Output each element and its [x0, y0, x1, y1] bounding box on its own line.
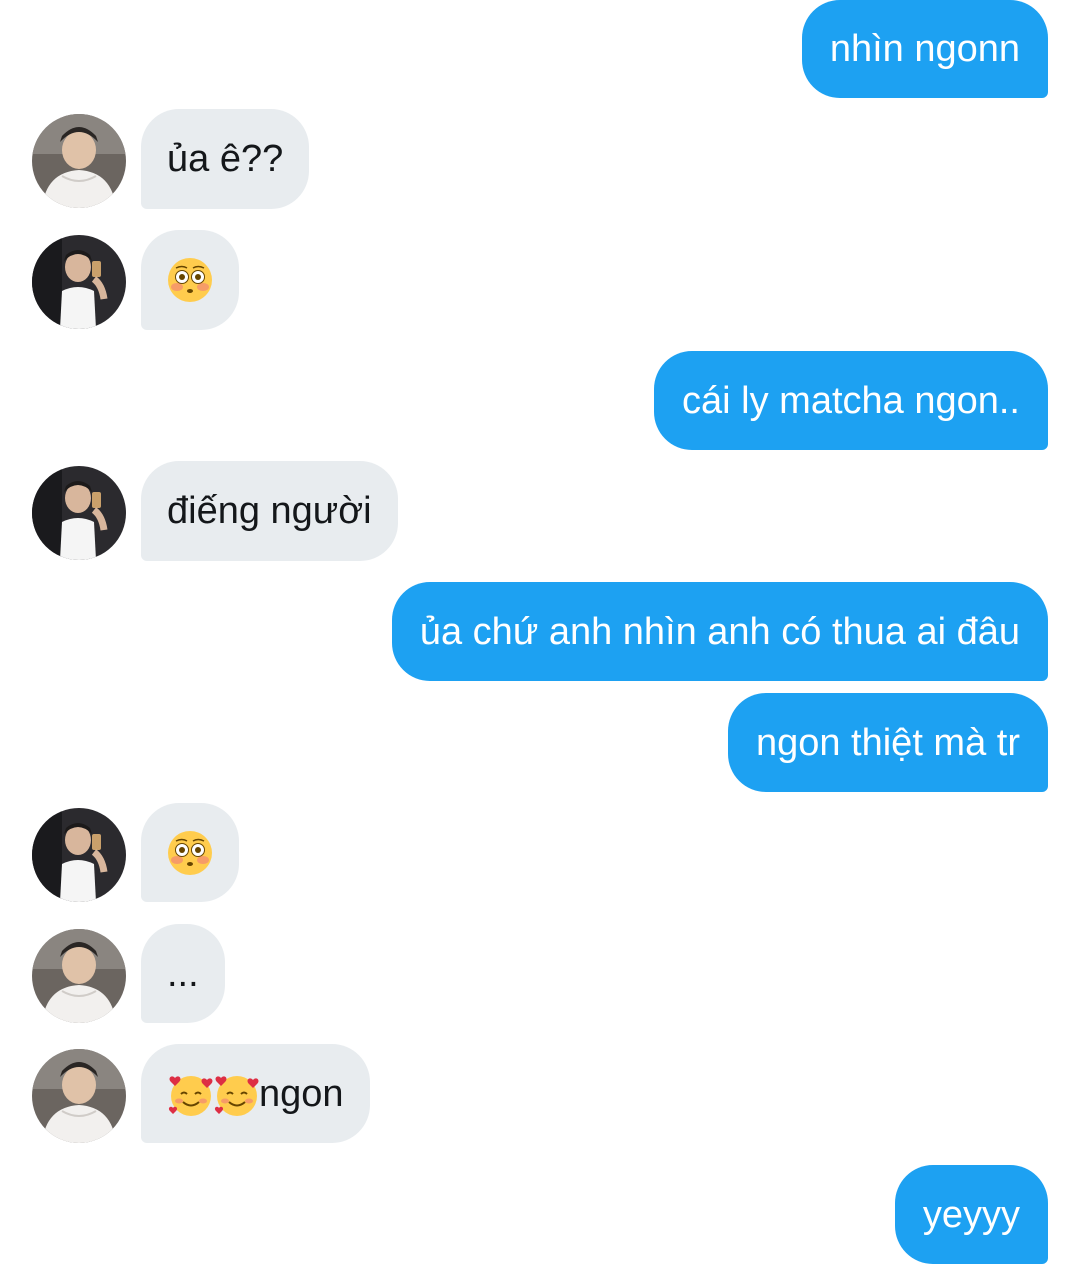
received-message-bubble[interactable] — [141, 803, 239, 902]
received-message-bubble[interactable] — [141, 230, 239, 330]
sent-message-bubble[interactable]: ủa chứ anh nhìn anh có thua ai đâu — [391, 582, 1048, 681]
avatar-mirror-selfie-icon[interactable] — [32, 808, 126, 902]
message-text: cái ly matcha ngon.. — [682, 379, 1020, 422]
received-message-bubble[interactable]: điếng người — [141, 461, 398, 561]
smiling-face-with-hearts-icon — [167, 1070, 215, 1118]
flushed-face-icon — [167, 257, 213, 303]
received-message-bubble[interactable]: ngon — [141, 1044, 370, 1143]
message-text: điếng người — [167, 490, 372, 532]
message-text: nhìn ngonn — [829, 28, 1020, 70]
avatar-mirror-selfie-icon[interactable] — [32, 235, 126, 329]
message-text: yeyyy — [922, 1193, 1020, 1236]
avatar-shirt-icon[interactable] — [32, 929, 126, 1023]
received-message-bubble[interactable]: ủa ê?? — [141, 109, 310, 209]
flushed-face-icon — [167, 830, 213, 876]
sent-message-bubble[interactable]: yeyyy — [894, 1165, 1048, 1264]
message-text: ủa chứ anh nhìn anh có thua ai đâu — [419, 610, 1020, 653]
received-message-bubble[interactable]: ... — [141, 924, 225, 1023]
smiling-face-with-hearts-icon — [213, 1070, 261, 1118]
sent-message-bubble[interactable]: nhìn ngonn — [801, 0, 1048, 98]
sent-message-bubble[interactable]: cái ly matcha ngon.. — [654, 351, 1048, 450]
message-text: ngon — [259, 1072, 344, 1115]
sent-message-bubble[interactable]: ngon thiệt mà tr — [727, 693, 1048, 792]
message-text: ngon thiệt mà tr — [755, 721, 1020, 764]
message-text: ... — [167, 952, 199, 995]
avatar-mirror-selfie-icon[interactable] — [32, 466, 126, 560]
message-text: ủa ê?? — [167, 138, 284, 180]
avatar-shirt-icon[interactable] — [32, 114, 126, 208]
avatar-shirt-icon[interactable] — [32, 1049, 126, 1143]
